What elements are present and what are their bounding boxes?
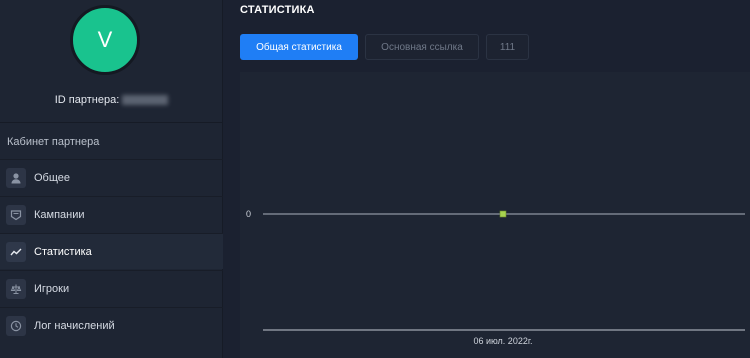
sidebar-item-general[interactable]: Общее xyxy=(0,159,223,195)
user-icon xyxy=(6,167,26,188)
divider xyxy=(0,122,223,123)
sidebar: V ID партнера: Кабинет партнера Общее Ка… xyxy=(0,0,223,358)
partner-id-row: ID партнера: xyxy=(0,94,223,106)
section-title: Кабинет партнера xyxy=(7,136,100,148)
partner-id-redacted xyxy=(122,95,169,106)
tab-main-link[interactable]: Основная ссылка xyxy=(365,34,479,60)
tab-general-stats[interactable]: Общая статистика xyxy=(240,34,358,60)
sidebar-item-label: Общее xyxy=(34,171,71,184)
campaign-icon xyxy=(6,204,26,225)
clock-icon xyxy=(6,315,26,336)
chart-panel: 0 06 июл. 2022г. xyxy=(240,72,750,358)
y-tick-label: 0 xyxy=(246,209,251,219)
sidebar-item-label: Игроки xyxy=(34,282,70,295)
players-icon xyxy=(6,278,26,299)
sidebar-item-accrual-log[interactable]: Лог начислений xyxy=(0,307,223,343)
sidebar-item-statistics[interactable]: Статистика xyxy=(0,233,223,269)
sidebar-item-label: Статистика xyxy=(34,245,92,258)
sidebar-item-label: Кампании xyxy=(34,208,85,221)
stats-icon xyxy=(6,241,26,262)
x-tick-label: 06 июл. 2022г. xyxy=(473,336,532,346)
sidebar-item-campaigns[interactable]: Кампании xyxy=(0,196,223,232)
page-title: СТАТИСТИКА xyxy=(240,4,315,16)
avatar-letter: V xyxy=(97,27,113,52)
avatar[interactable]: V xyxy=(70,5,140,75)
tab-111[interactable]: 111 xyxy=(486,34,529,60)
sidebar-item-players[interactable]: Игроки xyxy=(0,270,223,306)
data-point xyxy=(499,210,507,218)
partner-id-label: ID партнера: xyxy=(54,94,120,106)
chart: 0 06 июл. 2022г. xyxy=(246,209,745,346)
sidebar-item-label: Лог начислений xyxy=(34,319,115,332)
